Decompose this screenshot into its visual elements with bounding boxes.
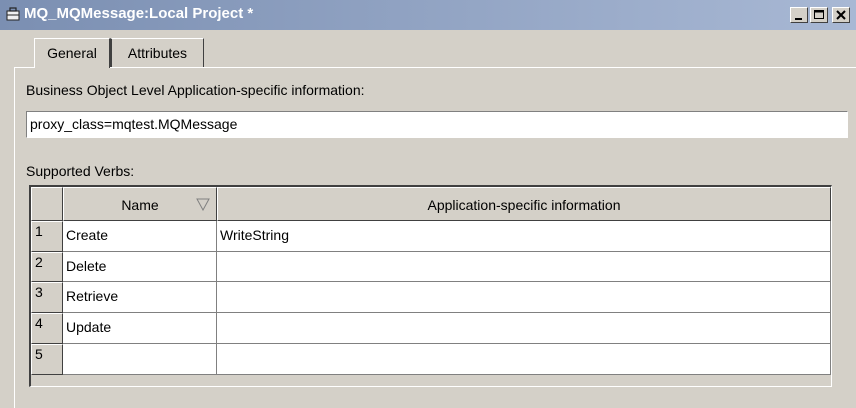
- project-window: MQ_MQMessage:Local Project * General Att…: [0, 0, 856, 408]
- table-cell-verb-info[interactable]: [217, 252, 831, 282]
- table-cell-verb-info[interactable]: [217, 344, 831, 375]
- table-cell-verb-info[interactable]: WriteString: [217, 221, 831, 252]
- row-number[interactable]: 5: [31, 344, 63, 375]
- column-header-name[interactable]: Name: [63, 187, 217, 221]
- sort-descending-icon[interactable]: [196, 197, 210, 211]
- row-number[interactable]: 4: [31, 313, 63, 344]
- column-header-name-label: Name: [121, 197, 159, 213]
- table-cell-verb-name[interactable]: Delete: [63, 252, 217, 282]
- table-cell-verb-name[interactable]: [63, 344, 217, 375]
- table-cell-verb-info[interactable]: [217, 313, 831, 344]
- row-number[interactable]: 3: [31, 282, 63, 313]
- verbs-label: Supported Verbs:: [26, 163, 135, 179]
- verbs-table: Name Application-specific information 1 …: [29, 185, 832, 387]
- row-number[interactable]: 2: [31, 252, 63, 282]
- row-number[interactable]: 1: [31, 221, 63, 252]
- column-header-app-info[interactable]: Application-specific information: [217, 187, 831, 221]
- bo-info-label: Business Object Level Application-specif…: [26, 82, 365, 98]
- table-corner-header[interactable]: [31, 187, 63, 221]
- maximize-button[interactable]: [810, 7, 828, 23]
- close-icon: [836, 10, 846, 20]
- briefcase-icon: [6, 7, 20, 21]
- tab-general[interactable]: General: [34, 38, 110, 68]
- table-cell-verb-name[interactable]: Retrieve: [63, 282, 217, 313]
- title-bar[interactable]: MQ_MQMessage:Local Project *: [0, 0, 856, 30]
- minimize-button[interactable]: [790, 7, 808, 23]
- close-button[interactable]: [832, 7, 850, 23]
- table-cell-verb-name[interactable]: Create: [63, 221, 217, 252]
- bo-info-field[interactable]: proxy_class=mqtest.MQMessage: [26, 111, 848, 138]
- table-cell-verb-name[interactable]: Update: [63, 313, 217, 344]
- tab-attributes[interactable]: Attributes: [110, 38, 204, 68]
- minimize-icon: [795, 18, 802, 20]
- table-cell-verb-info[interactable]: [217, 282, 831, 313]
- maximize-icon: [814, 10, 824, 19]
- window-title: MQ_MQMessage:Local Project *: [24, 5, 254, 22]
